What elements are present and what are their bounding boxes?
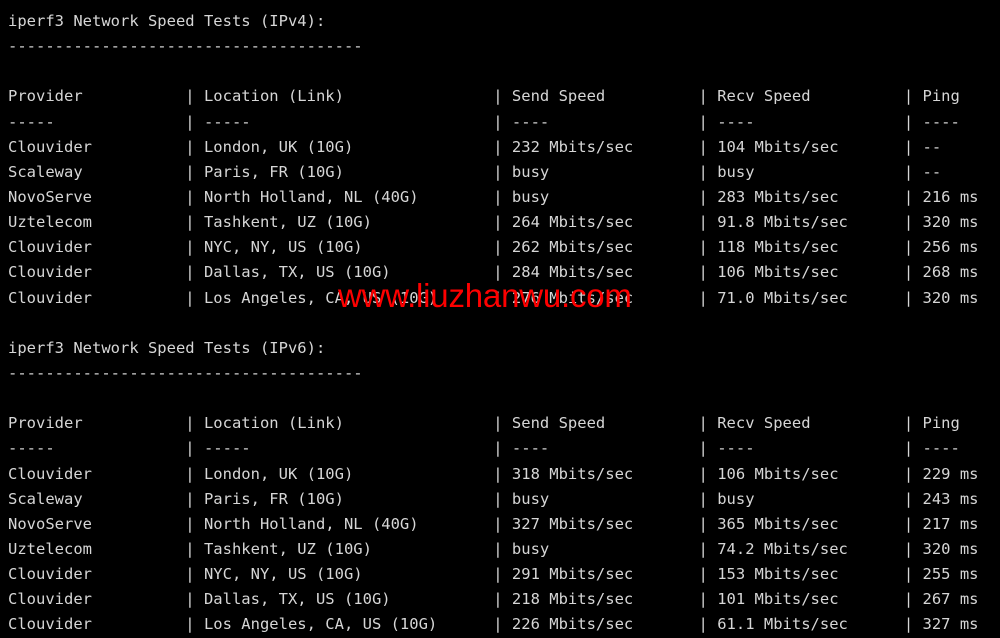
table-row: Clouvider | NYC, NY, US (10G) | 291 Mbit… (8, 565, 979, 584)
section-title: iperf3 Network Speed Tests (IPv4): (8, 12, 326, 30)
table-header-rule: ----- | ----- | ---- | ---- | ---- (8, 439, 960, 458)
table-row: Scaleway | Paris, FR (10G) | busy | busy… (8, 162, 942, 181)
table-row: Clouvider | Dallas, TX, US (10G) | 218 M… (8, 590, 979, 609)
header-spacer (8, 59, 979, 84)
section-spacer (8, 311, 979, 336)
table-row: Clouvider | NYC, NY, US (10G) | 262 Mbit… (8, 238, 979, 257)
section-rule: -------------------------------------- (8, 37, 363, 56)
table-header-row: Provider | Location (Link) | Send Speed … (8, 414, 960, 433)
table-header-row: Provider | Location (Link) | Send Speed … (8, 87, 960, 106)
section-rule: -------------------------------------- (8, 363, 363, 382)
table-row: Clouvider | London, UK (10G) | 232 Mbits… (8, 137, 942, 156)
section-title: iperf3 Network Speed Tests (IPv6): (8, 338, 326, 357)
table-row: NovoServe | North Holland, NL (40G) | bu… (8, 187, 979, 206)
table-row: Uztelecom | Tashkent, UZ (10G) | 264 Mbi… (8, 213, 979, 232)
table-row: Clouvider | Dallas, TX, US (10G) | 284 M… (8, 263, 979, 282)
header-spacer (8, 386, 979, 411)
table-row: Scaleway | Paris, FR (10G) | busy | busy… (8, 489, 979, 508)
table-row: Uztelecom | Tashkent, UZ (10G) | busy | … (8, 539, 979, 558)
table-row: Clouvider | London, UK (10G) | 318 Mbits… (8, 464, 979, 483)
table-row: Clouvider | Los Angeles, CA, US (10G) | … (8, 288, 979, 307)
table-row: Clouvider | Los Angeles, CA, US (10G) | … (8, 615, 979, 634)
terminal-output: iperf3 Network Speed Tests (IPv4): ------… (8, 9, 979, 638)
table-header-rule: ----- | ----- | ---- | ---- | ---- (8, 112, 960, 131)
table-row: NovoServe | North Holland, NL (40G) | 32… (8, 514, 979, 533)
terminal-window: iperf3 Network Speed Tests (IPv4): ------… (0, 0, 1000, 633)
